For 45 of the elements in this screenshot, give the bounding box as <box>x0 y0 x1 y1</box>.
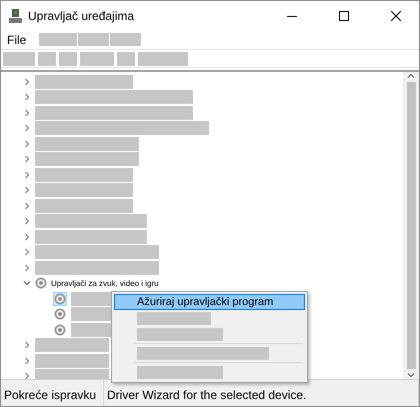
chevron-right-icon[interactable] <box>23 78 31 86</box>
speaker-icon <box>54 308 66 320</box>
device-icon-highlight[interactable] <box>53 322 67 337</box>
device-icon-highlight[interactable] <box>53 292 67 306</box>
redacted-block <box>38 52 56 66</box>
redacted-block <box>117 52 135 66</box>
context-menu-item[interactable]: Ažuriraj upravljački program <box>114 294 305 310</box>
chevron-right-icon[interactable] <box>23 264 31 272</box>
redacted-block <box>39 33 78 46</box>
chevron-right-icon[interactable] <box>23 124 31 132</box>
chevron-right-icon[interactable] <box>23 155 31 164</box>
scroll-thumb[interactable] <box>406 82 416 369</box>
chevron-down-icon[interactable] <box>23 279 31 288</box>
redacted-block <box>78 33 110 46</box>
maximize-icon <box>339 10 349 20</box>
tree-item-label[interactable]: Upravljači za zvuk, video i igru <box>51 278 159 288</box>
chevron-right-icon[interactable] <box>23 341 31 350</box>
device-icon-highlight[interactable] <box>53 307 67 322</box>
redacted-block <box>3 52 35 66</box>
chevron-right-icon[interactable] <box>23 356 31 365</box>
speaker-icon <box>54 324 66 336</box>
close-icon <box>391 10 401 20</box>
chevron-right-icon[interactable] <box>23 140 31 148</box>
window-title: Upravljač uređajima <box>28 8 136 22</box>
redacted-block <box>59 52 77 66</box>
speaker-icon <box>54 292 66 305</box>
chevron-right-icon[interactable] <box>23 202 31 210</box>
scroll-up-icon[interactable] <box>407 72 415 80</box>
menu-item[interactable]: File <box>5 32 38 46</box>
chevron-right-icon[interactable] <box>23 93 31 102</box>
status-text: Pokreće ispravku <box>1 380 104 406</box>
chevron-right-icon[interactable] <box>23 186 31 194</box>
chevron-right-icon[interactable] <box>23 372 31 379</box>
scrollbar[interactable] <box>403 72 419 379</box>
chevron-right-icon[interactable] <box>23 217 31 226</box>
redacted-block <box>138 52 188 66</box>
speaker-icon <box>35 277 47 290</box>
redacted-block <box>110 33 142 46</box>
chevron-right-icon[interactable] <box>23 170 31 179</box>
chevron-right-icon[interactable] <box>23 248 31 256</box>
chevron-right-icon[interactable] <box>23 108 31 117</box>
chevron-right-icon[interactable] <box>23 232 31 241</box>
scroll-down-icon[interactable] <box>407 371 415 379</box>
computer-icon <box>9 8 22 22</box>
redacted-block <box>80 52 114 66</box>
